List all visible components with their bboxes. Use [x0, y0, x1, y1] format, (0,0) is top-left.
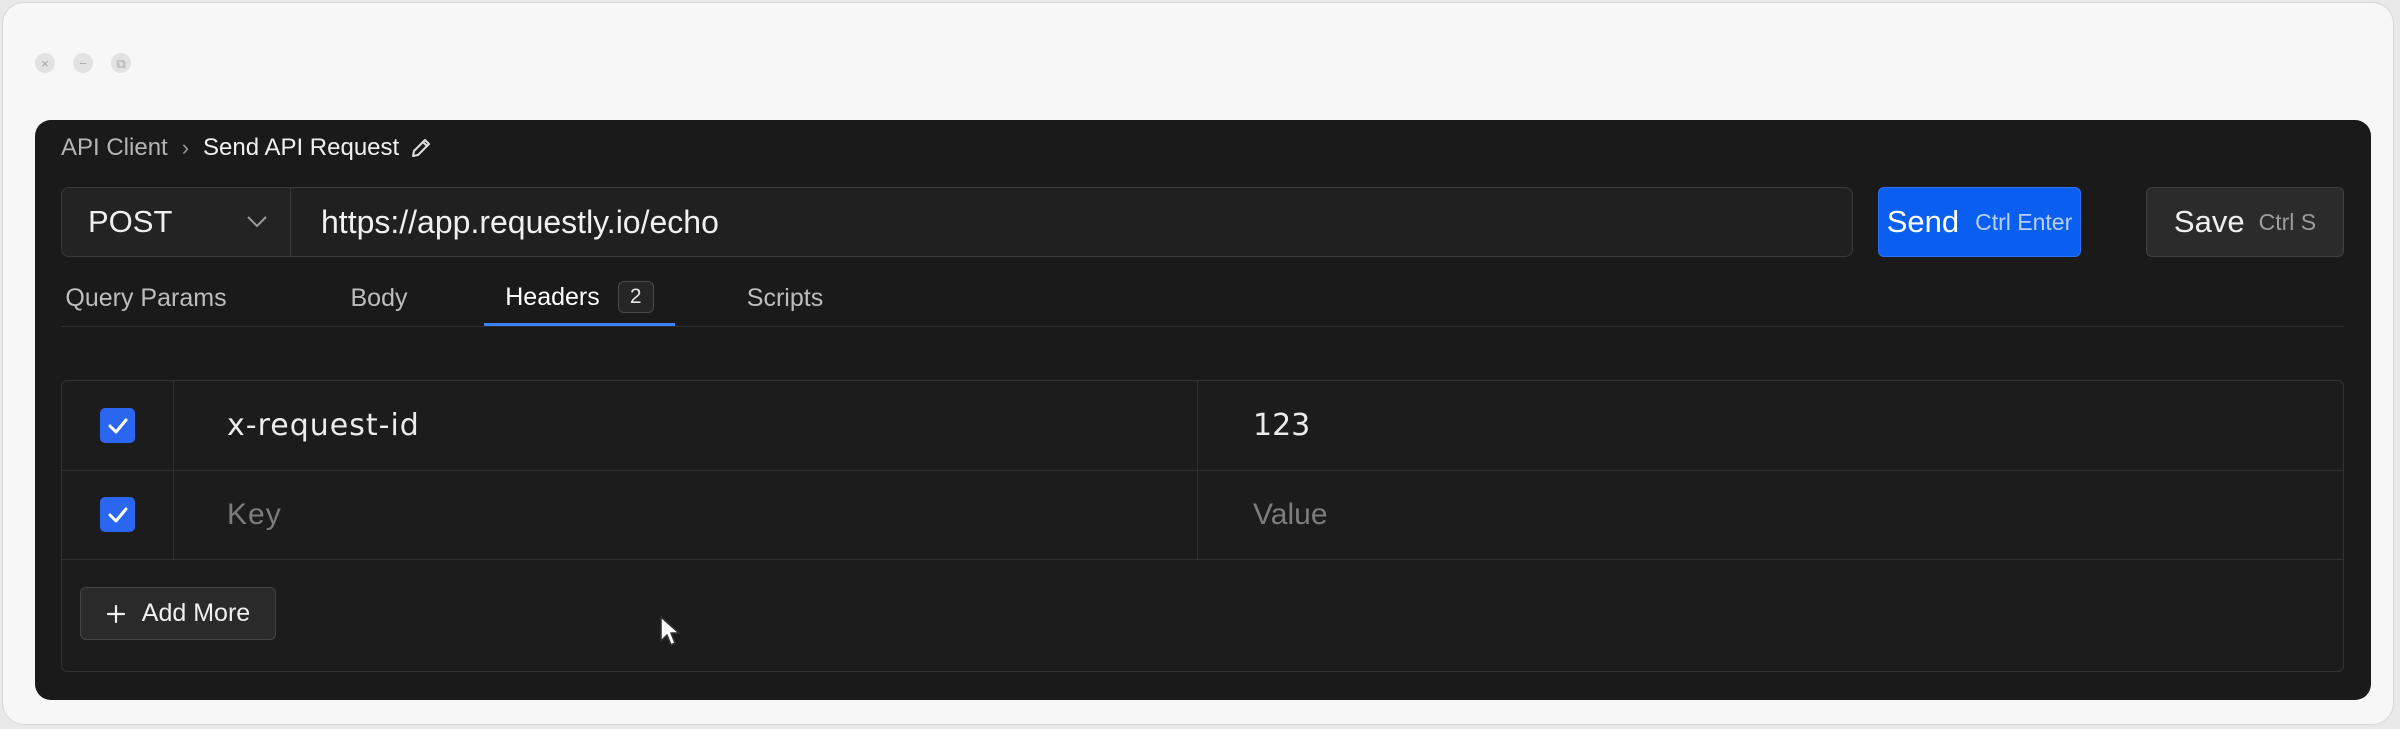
tab-scripts[interactable]: Scripts [735, 271, 835, 326]
tab-label: Query Params [65, 284, 227, 312]
table-row: Key Value [62, 470, 2343, 560]
tab-headers[interactable]: Headers 2 [484, 271, 675, 326]
request-tabs: Query Params Body Headers 2 Scripts [61, 271, 2344, 327]
save-button[interactable]: Save Ctrl S [2146, 187, 2344, 257]
request-name: Send API Request [203, 134, 400, 161]
row-enable-cell [62, 470, 174, 559]
close-window-button[interactable]: × [35, 53, 55, 73]
tab-query-params[interactable]: Query Params [63, 271, 229, 326]
breadcrumb-root[interactable]: API Client [61, 134, 168, 162]
minimize-window-button[interactable]: − [73, 53, 93, 73]
checkmark-icon [108, 507, 127, 522]
save-label: Save [2173, 204, 2245, 239]
tab-label: Headers [505, 282, 600, 311]
checkmark-icon [108, 418, 127, 433]
header-value-input[interactable]: Value [1198, 470, 2343, 559]
send-button[interactable]: Send Ctrl Enter [1878, 187, 2081, 257]
app-window: × − ⧉ API Client › Send API Request POST [2, 2, 2394, 725]
url-input[interactable]: https://app.requestly.io/echo [291, 187, 1853, 257]
table-row: x-request-id 123 [62, 381, 2343, 471]
add-more-label: Add More [141, 599, 251, 627]
mouse-cursor-icon [660, 616, 680, 646]
save-shortcut: Ctrl S [2258, 208, 2317, 235]
request-bar: POST https://app.requestly.io/echo [61, 187, 1853, 257]
row-enable-cell [62, 381, 174, 470]
header-key: x-request-id [227, 408, 420, 443]
tab-label: Body [350, 284, 408, 312]
chevron-down-icon [247, 216, 267, 228]
headers-count-badge: 2 [617, 281, 654, 313]
value-placeholder: Value [1253, 497, 1328, 531]
tab-label: Scripts [746, 284, 824, 312]
minimize-icon: − [79, 55, 87, 71]
headers-table: x-request-id 123 Key Value Add More [61, 380, 2344, 672]
send-label: Send [1886, 204, 1960, 239]
pencil-icon [412, 139, 431, 157]
send-shortcut: Ctrl Enter [1975, 208, 2073, 235]
tab-body[interactable]: Body [339, 271, 419, 326]
request-panel: API Client › Send API Request POST https… [35, 120, 2371, 700]
maximize-window-button[interactable]: ⧉ [111, 53, 131, 73]
header-key-input[interactable]: Key [173, 470, 1198, 559]
header-key-input[interactable]: x-request-id [173, 381, 1198, 470]
row-checkbox[interactable] [100, 408, 135, 443]
plus-icon [106, 604, 125, 623]
edit-name-button[interactable] [409, 136, 433, 160]
method-value: POST [88, 204, 173, 239]
window-controls: × − ⧉ [35, 53, 131, 73]
close-icon: × [41, 55, 49, 71]
breadcrumb-separator: › [181, 135, 190, 160]
breadcrumb: API Client › Send API Request [61, 130, 433, 166]
header-value: 123 [1253, 408, 1311, 443]
add-more-button[interactable]: Add More [80, 587, 276, 640]
key-placeholder: Key [227, 497, 282, 531]
method-select[interactable]: POST [61, 187, 291, 257]
maximize-icon: ⧉ [116, 55, 126, 71]
header-value-input[interactable]: 123 [1198, 381, 2343, 470]
url-value: https://app.requestly.io/echo [321, 203, 719, 240]
row-checkbox[interactable] [100, 497, 135, 532]
